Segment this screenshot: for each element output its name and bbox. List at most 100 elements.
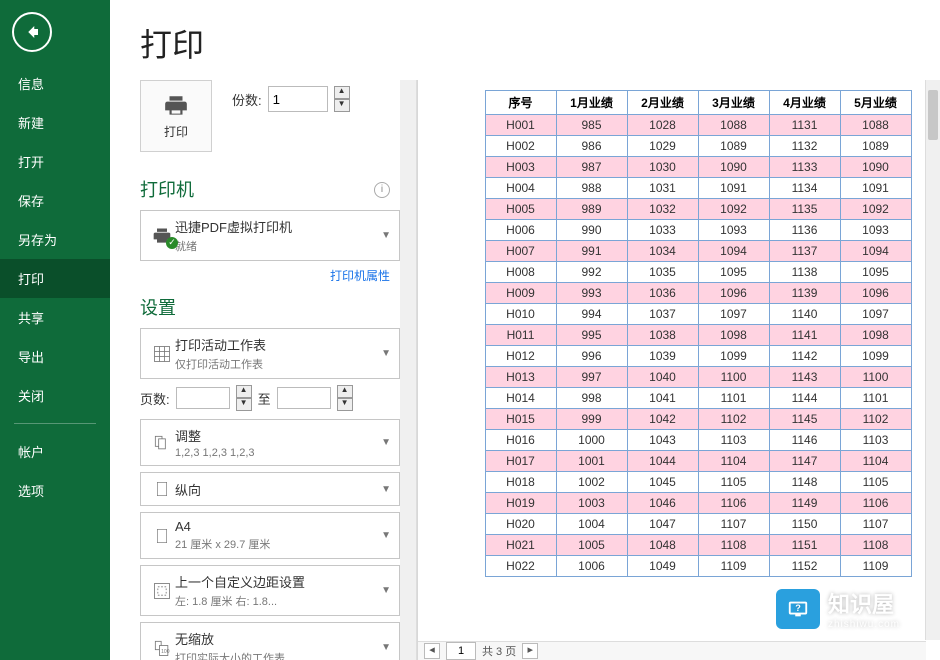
table-cell: H019 <box>485 493 556 514</box>
chevron-down-icon: ▼ <box>381 530 391 541</box>
nav-close[interactable]: 关闭 <box>0 376 110 415</box>
table-cell: H013 <box>485 367 556 388</box>
nav-print[interactable]: 打印 <box>0 259 110 298</box>
table-cell: 989 <box>556 199 627 220</box>
scale-select[interactable]: 100 无缩放打印实际大小的工作表 ▼ <box>140 622 400 660</box>
copies-up[interactable]: ▲ <box>334 86 350 99</box>
preview-table: 序号1月业绩2月业绩3月业绩4月业绩5月业绩 H0019851028108811… <box>485 90 912 577</box>
nav-separator <box>14 423 96 424</box>
copies-label: 份数: <box>232 90 262 109</box>
table-row: H0069901033109311361093 <box>485 220 911 241</box>
nav-save[interactable]: 保存 <box>0 181 110 220</box>
nav-open[interactable]: 打开 <box>0 142 110 181</box>
table-cell: 1109 <box>840 556 911 577</box>
collate-select[interactable]: 调整1,2,3 1,2,3 1,2,3 ▼ <box>140 419 400 466</box>
print-preview: 序号1月业绩2月业绩3月业绩4月业绩5月业绩 H0019851028108811… <box>417 80 940 660</box>
chevron-down-icon: ▼ <box>381 585 391 596</box>
table-cell: 1139 <box>769 283 840 304</box>
table-cell: 1089 <box>840 136 911 157</box>
chevron-down-icon: ▼ <box>381 348 391 359</box>
table-cell: 1030 <box>627 157 698 178</box>
pages-from-down[interactable]: ▼ <box>236 398 252 411</box>
table-cell: 1109 <box>698 556 769 577</box>
copies-down[interactable]: ▼ <box>334 99 350 112</box>
table-cell: 1107 <box>840 514 911 535</box>
next-page[interactable]: ▸ <box>522 643 538 659</box>
table-cell: 1147 <box>769 451 840 472</box>
pages-label: 页数: <box>140 389 170 408</box>
table-cell: H006 <box>485 220 556 241</box>
nav-saveas[interactable]: 另存为 <box>0 220 110 259</box>
table-cell: 1039 <box>627 346 698 367</box>
chevron-down-icon: ▼ <box>381 437 391 448</box>
table-cell: H008 <box>485 262 556 283</box>
nav-options[interactable]: 选项 <box>0 471 110 510</box>
table-row: H0029861029108911321089 <box>485 136 911 157</box>
nav-new[interactable]: 新建 <box>0 103 110 142</box>
table-cell: 995 <box>556 325 627 346</box>
check-icon: ✓ <box>166 237 178 249</box>
print-what-select[interactable]: 打印活动工作表仅打印活动工作表 ▼ <box>140 328 400 379</box>
nav-info[interactable]: 信息 <box>0 64 110 103</box>
margins-select[interactable]: 上一个自定义边距设置左: 1.8 厘米 右: 1.8... ▼ <box>140 565 400 616</box>
table-cell: 994 <box>556 304 627 325</box>
table-cell: 1104 <box>840 451 911 472</box>
table-cell: 1003 <box>556 493 627 514</box>
orientation-select[interactable]: 纵向 ▼ <box>140 472 400 506</box>
pages-from-up[interactable]: ▲ <box>236 385 252 398</box>
table-cell: 1143 <box>769 367 840 388</box>
print-button[interactable]: 打印 <box>140 80 212 152</box>
table-cell: 1097 <box>840 304 911 325</box>
page-title: 打印 <box>110 0 940 80</box>
table-cell: 1095 <box>840 262 911 283</box>
settings-heading: 设置 <box>140 294 400 320</box>
table-cell: 1101 <box>698 388 769 409</box>
table-cell: 985 <box>556 115 627 136</box>
table-cell: 1092 <box>698 199 769 220</box>
table-cell: 998 <box>556 388 627 409</box>
pages-to-up[interactable]: ▲ <box>337 385 353 398</box>
table-cell: H018 <box>485 472 556 493</box>
table-cell: 1138 <box>769 262 840 283</box>
preview-scrollbar-v[interactable] <box>925 80 940 640</box>
nav-export[interactable]: 导出 <box>0 337 110 376</box>
page-number-input[interactable] <box>446 642 476 660</box>
printer-properties-link[interactable]: 打印机属性 <box>140 267 390 284</box>
table-cell: 991 <box>556 241 627 262</box>
pages-to-down[interactable]: ▼ <box>337 398 353 411</box>
table-cell: 1006 <box>556 556 627 577</box>
table-cell: 1141 <box>769 325 840 346</box>
table-header: 5月业绩 <box>840 91 911 115</box>
table-cell: 1103 <box>840 430 911 451</box>
prev-page[interactable]: ◂ <box>424 643 440 659</box>
paper-select[interactable]: A421 厘米 x 29.7 厘米 ▼ <box>140 512 400 559</box>
pages-from[interactable] <box>176 387 230 409</box>
table-row: H02010041047110711501107 <box>485 514 911 535</box>
arrow-left-icon <box>23 23 41 41</box>
table-cell: 1044 <box>627 451 698 472</box>
table-row: H0039871030109011331090 <box>485 157 911 178</box>
table-cell: 997 <box>556 367 627 388</box>
nav-account[interactable]: 帐户 <box>0 432 110 471</box>
page-icon <box>154 526 170 546</box>
table-row: H01810021045110511481105 <box>485 472 911 493</box>
table-cell: 992 <box>556 262 627 283</box>
chevron-down-icon: ▼ <box>381 642 391 653</box>
copies-input[interactable] <box>268 86 328 112</box>
table-cell: 1100 <box>698 367 769 388</box>
back-button[interactable] <box>12 12 52 52</box>
table-header: 序号 <box>485 91 556 115</box>
table-cell: 1035 <box>627 262 698 283</box>
table-cell: 1144 <box>769 388 840 409</box>
printer-select[interactable]: ✓ 迅捷PDF虚拟打印机 就绪 ▼ <box>140 210 400 261</box>
table-row: H02110051048110811511108 <box>485 535 911 556</box>
pages-to[interactable] <box>277 387 331 409</box>
nav-share[interactable]: 共享 <box>0 298 110 337</box>
chevron-down-icon: ▼ <box>381 230 391 241</box>
settings-scrollbar[interactable] <box>400 80 417 660</box>
table-cell: 1093 <box>840 220 911 241</box>
portrait-icon <box>154 479 170 499</box>
table-cell: H017 <box>485 451 556 472</box>
table-row: H0149981041110111441101 <box>485 388 911 409</box>
info-icon[interactable]: i <box>374 182 390 198</box>
